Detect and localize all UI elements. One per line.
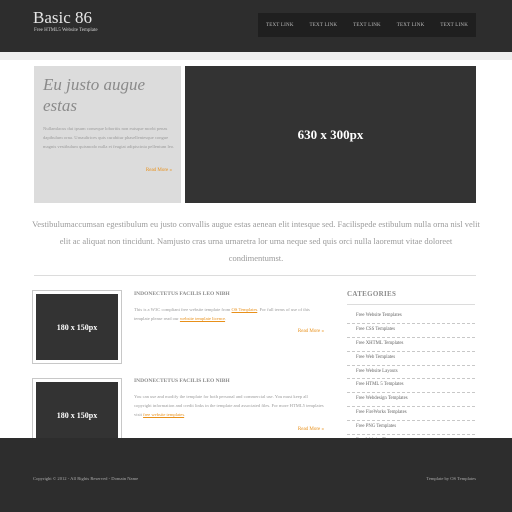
hero-image-placeholder: 630 x 300px — [185, 66, 476, 203]
nav-link-5[interactable]: TEXT LINK — [440, 23, 468, 28]
article-thumbnail: 180 x 150px — [32, 290, 122, 364]
intro-heading: Eu justo augue estas — [43, 75, 145, 115]
category-link[interactable]: Free Web Templates — [347, 352, 475, 366]
intro-tagline: Vestibulumaccumsan egestibulum eu justo … — [32, 219, 480, 263]
site-footer: Copyright © 2012 - All Rights Reserved -… — [0, 438, 512, 512]
category-link[interactable]: Free FireWorks Templates — [347, 407, 475, 422]
os-templates-link[interactable]: OS Templates — [232, 307, 258, 312]
article-text-part: . — [225, 316, 227, 321]
nav-link-1[interactable]: TEXT LINK — [266, 23, 294, 28]
main-nav: TEXT LINK TEXT LINK TEXT LINK TEXT LINK … — [258, 13, 476, 37]
categories-sidebar: CATEGORIES Free Website Templates Free C… — [347, 290, 475, 449]
intro-box: Eu justo augue estas Nullamlacus dui ips… — [34, 66, 181, 203]
nav-link-2[interactable]: TEXT LINK — [310, 23, 338, 28]
category-link[interactable]: Free HTML 5 Templates — [347, 379, 475, 394]
category-link[interactable]: Free PNG Templates — [347, 421, 475, 436]
site-tagline: Free HTML5 Website Template — [34, 28, 98, 33]
category-link[interactable]: Free XHTML Templates — [347, 338, 475, 352]
article-text-part: . — [184, 412, 186, 417]
article-text: You can use and modify the template for … — [134, 392, 326, 419]
nav-link-4[interactable]: TEXT LINK — [397, 23, 425, 28]
intro-text: Nullamlacus dui ipsum conseque loborttis… — [43, 126, 175, 149]
article-title: INDONECTETUS FACILIS LEO NIBH — [134, 378, 230, 384]
free-website-templates-link[interactable]: free website templates — [143, 412, 184, 417]
article-read-more-link[interactable]: Read More » — [298, 329, 324, 334]
site-header: Basic 86 Free HTML5 Website Template TEX… — [0, 0, 512, 52]
category-link[interactable]: Free CSS Templates — [347, 324, 475, 338]
footer-credit[interactable]: Template by OS Templates — [426, 476, 476, 481]
categories-list: Free Website Templates Free CSS Template… — [347, 310, 475, 449]
nav-link-3[interactable]: TEXT LINK — [353, 23, 381, 28]
intro-read-more-link[interactable]: Read More » — [146, 168, 172, 173]
template-licence-link[interactable]: website template licence — [180, 316, 225, 321]
article-text-part: This is a W3C compliant free website tem… — [134, 307, 232, 312]
footer-copyright: Copyright © 2012 - All Rights Reserved -… — [33, 476, 139, 481]
categories-title: CATEGORIES — [347, 290, 475, 305]
category-link[interactable]: Free Webdesign Templates — [347, 393, 475, 408]
article-read-more-link[interactable]: Read More » — [298, 427, 324, 432]
article: INDONECTETUS FACILIS LEO NIBH You can us… — [134, 378, 326, 432]
article-text: This is a W3C compliant free website tem… — [134, 305, 326, 323]
section-divider — [34, 275, 476, 276]
header-band — [0, 52, 512, 60]
site-title[interactable]: Basic 86 — [33, 8, 92, 28]
article: INDONECTETUS FACILIS LEO NIBH This is a … — [134, 291, 326, 334]
category-link[interactable]: Free Website Layouts — [347, 366, 475, 380]
category-link[interactable]: Free Website Templates — [347, 310, 475, 324]
article-title: INDONECTETUS FACILIS LEO NIBH — [134, 291, 230, 297]
thumbnail-placeholder: 180 x 150px — [36, 294, 118, 360]
